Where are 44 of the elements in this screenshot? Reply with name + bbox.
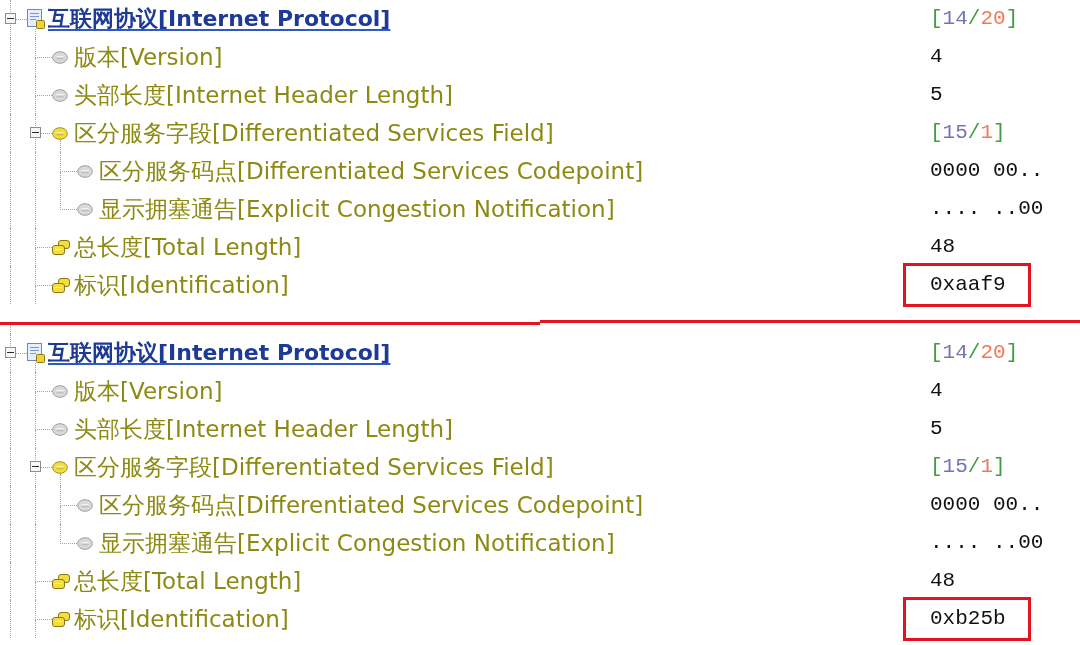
oval-icon — [52, 460, 68, 474]
document-icon — [27, 343, 45, 363]
node-label[interactable]: 标识[Identification] — [74, 270, 289, 300]
tree-toggle[interactable] — [5, 347, 16, 358]
stacked-tags-icon — [52, 239, 70, 255]
field-value: [14/20] — [930, 6, 1019, 33]
field-value: [15/1] — [930, 454, 1006, 481]
node-label[interactable]: 互联网协议[Internet Protocol] — [48, 338, 391, 368]
node-label[interactable]: 总长度[Total Length] — [74, 232, 302, 262]
node-label[interactable]: 区分服务字段[Differentiated Services Field] — [74, 452, 554, 482]
node-label[interactable]: 区分服务码点[Differentiated Services Codepoint] — [99, 156, 644, 186]
stacked-tags-icon — [52, 611, 70, 627]
field-value: 4 — [930, 44, 943, 71]
node-label[interactable]: 总长度[Total Length] — [74, 566, 302, 596]
field-value: 0xb25b — [930, 606, 1006, 633]
node-label[interactable]: 显示拥塞通告[Explicit Congestion Notification] — [99, 528, 615, 558]
tree-toggle[interactable] — [30, 461, 41, 472]
node-label[interactable]: 区分服务字段[Differentiated Services Field] — [74, 118, 554, 148]
field-value: 5 — [930, 416, 943, 443]
node-label[interactable]: 互联网协议[Internet Protocol] — [48, 4, 391, 34]
node-label[interactable]: 版本[Version] — [74, 42, 223, 72]
field-value: .... ..00 — [930, 196, 1044, 223]
field-value: 48 — [930, 568, 956, 595]
field-value: 48 — [930, 234, 956, 261]
stacked-tags-icon — [52, 277, 70, 293]
stacked-tags-icon — [52, 573, 70, 589]
node-label[interactable]: 头部长度[Internet Header Length] — [74, 414, 453, 444]
field-value: 0000 00.. — [930, 158, 1044, 185]
node-label[interactable]: 区分服务码点[Differentiated Services Codepoint] — [99, 490, 644, 520]
field-value: .... ..00 — [930, 530, 1044, 557]
node-label[interactable]: 显示拥塞通告[Explicit Congestion Notification] — [99, 194, 615, 224]
field-value: 4 — [930, 378, 943, 405]
field-value: [14/20] — [930, 340, 1019, 367]
node-label[interactable]: 头部长度[Internet Header Length] — [74, 80, 453, 110]
field-value: 0xaaf9 — [930, 272, 1006, 299]
document-icon — [27, 9, 45, 29]
tree-toggle[interactable] — [30, 127, 41, 138]
node-label[interactable]: 版本[Version] — [74, 376, 223, 406]
field-value: 0000 00.. — [930, 492, 1044, 519]
tree-toggle[interactable] — [5, 13, 16, 24]
field-value: 5 — [930, 82, 943, 109]
oval-icon — [52, 126, 68, 140]
field-value: [15/1] — [930, 120, 1006, 147]
node-label[interactable]: 标识[Identification] — [74, 604, 289, 634]
